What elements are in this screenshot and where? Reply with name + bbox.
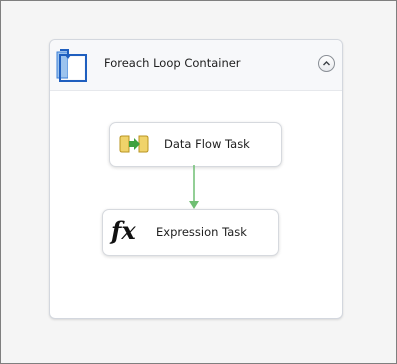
chevron-up-icon <box>323 61 330 66</box>
expression-task-label: Expression Task <box>156 225 247 239</box>
data-flow-task-icon <box>119 134 149 154</box>
data-flow-task-label: Data Flow Task <box>164 137 250 151</box>
container-header[interactable]: Foreach Loop Container <box>50 40 342 91</box>
expression-task[interactable]: fx Expression Task <box>102 209 279 256</box>
expression-task-icon: fx <box>111 216 136 245</box>
container-title: Foreach Loop Container <box>104 56 241 70</box>
data-flow-task[interactable]: Data Flow Task <box>109 122 282 167</box>
precedence-constraint-arrow[interactable] <box>187 165 201 211</box>
foreach-loop-container-icon <box>54 46 90 82</box>
collapse-button[interactable] <box>318 55 335 72</box>
design-surface[interactable]: Foreach Loop Container Data Flow Task fx… <box>0 0 397 364</box>
